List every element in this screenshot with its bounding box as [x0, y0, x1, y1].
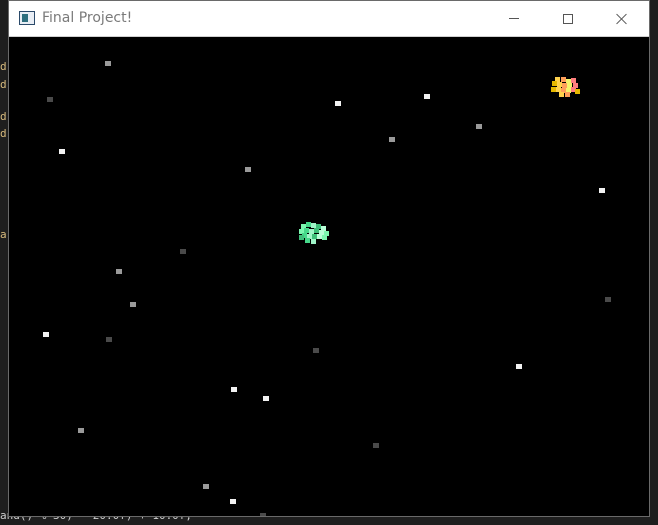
particle [299, 235, 304, 240]
star [230, 499, 236, 504]
star [516, 364, 522, 369]
particle [575, 89, 580, 94]
star [476, 124, 482, 129]
star [599, 188, 605, 193]
star [203, 484, 209, 489]
star [389, 137, 395, 142]
close-icon [616, 13, 628, 25]
code-fragment: d [0, 78, 7, 91]
star [245, 167, 251, 172]
star [106, 337, 112, 342]
close-button[interactable] [595, 1, 649, 36]
render-canvas[interactable] [9, 37, 649, 516]
green-particle-cluster [299, 222, 329, 244]
star [605, 297, 611, 302]
star [263, 396, 269, 401]
maximize-button[interactable] [541, 1, 595, 36]
star [373, 443, 379, 448]
star [260, 513, 266, 516]
window-title: Final Project! [42, 10, 133, 26]
yellow-particle-cluster [551, 77, 581, 97]
app-icon [19, 11, 35, 25]
maximize-icon [563, 13, 573, 24]
star [47, 97, 53, 102]
title-bar[interactable]: Final Project! [9, 1, 649, 37]
particle [322, 235, 327, 240]
star [180, 249, 186, 254]
code-fragment: d [0, 127, 7, 140]
star [43, 332, 49, 337]
particle [565, 92, 570, 97]
particle [311, 239, 316, 244]
particle [559, 92, 564, 97]
minimize-button[interactable] [487, 1, 541, 36]
star [424, 94, 430, 99]
code-fragment: d [0, 110, 7, 123]
star [78, 428, 84, 433]
star [105, 61, 111, 66]
star [231, 387, 237, 392]
code-fragment: d [0, 60, 7, 73]
star [116, 269, 122, 274]
code-fragment: a [0, 228, 7, 241]
app-window: Final Project! [8, 0, 650, 517]
particle [305, 238, 310, 243]
star [335, 101, 341, 106]
minimize-icon [509, 18, 519, 19]
star [313, 348, 319, 353]
star [59, 149, 65, 154]
star [130, 302, 136, 307]
